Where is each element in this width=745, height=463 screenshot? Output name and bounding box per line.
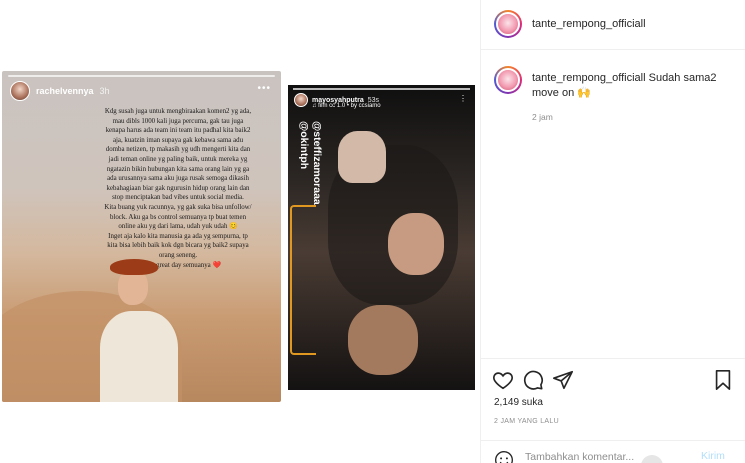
header-username[interactable]: tante_rempong_officiall: [532, 18, 646, 30]
story-avatar: [294, 93, 308, 107]
story-avatar: [10, 81, 30, 101]
post-sidebar: tante_rempong_officiall tante_rempong_of…: [481, 0, 745, 463]
comment-icon[interactable]: [522, 369, 544, 391]
send-comment-button[interactable]: Kirim: [701, 450, 725, 462]
more-options-icon: ⋮: [459, 94, 467, 103]
post-media: rachelvennya 3h ••• Kdg susah juga untuk…: [0, 0, 481, 463]
emoji-icon[interactable]: [494, 450, 514, 463]
mention-tag: @steffizamoraaa: [311, 121, 323, 205]
comment-bar: Kirim: [481, 440, 745, 463]
woman-figure: [90, 259, 190, 402]
story-text: Kdg susah juga untuk mengbiraakan komen2…: [104, 108, 252, 269]
headscarf-shape: [110, 259, 158, 275]
story-music-label: ♫ film cc 1.0 • by ccsiamo: [312, 103, 381, 109]
heart-icon[interactable]: [492, 369, 514, 391]
mention-tags: @okintph @steffizamoraaa: [296, 121, 326, 271]
instagram-post: rachelvennya 3h ••• Kdg susah juga untuk…: [0, 0, 745, 463]
story-progress-bar: [8, 75, 275, 77]
post-actions: 2,149 suka 2 JAM YANG LALU: [481, 358, 745, 448]
story-header: rachelvennya 3h: [10, 81, 110, 101]
more-options-icon: •••: [257, 83, 271, 94]
peace-sign-hand: [338, 131, 386, 183]
caption-avatar[interactable]: [494, 66, 522, 94]
post-timestamp[interactable]: 2 JAM YANG LALU: [494, 418, 559, 425]
face-shape: [388, 213, 444, 275]
story-screenshot-rachelvennya: rachelvennya 3h ••• Kdg susah juga untuk…: [2, 71, 281, 402]
story-progress-bar: [293, 88, 470, 90]
shirt-shape: [100, 311, 178, 402]
comment-input[interactable]: [525, 451, 675, 463]
avatar[interactable]: [494, 10, 522, 38]
mention-tag: @okintph: [298, 121, 310, 170]
caption: tante_rempong_officiall Sudah sama2 move…: [532, 71, 737, 101]
caption-time: 2 jam: [532, 112, 553, 122]
share-icon[interactable]: [552, 369, 574, 391]
story-screenshot-mayosyahputra: mayosyahputra 53s ♫ film cc 1.0 • by ccs…: [288, 85, 475, 390]
caption-username[interactable]: tante_rempong_officiall: [532, 72, 646, 84]
story-username: rachelvennya: [36, 86, 94, 96]
post-header: tante_rempong_officiall: [481, 0, 745, 50]
bookmark-icon[interactable]: [712, 369, 734, 391]
like-count[interactable]: 2,149 suka: [494, 397, 543, 408]
face-shape: [348, 305, 418, 375]
story-time: 3h: [99, 86, 110, 96]
